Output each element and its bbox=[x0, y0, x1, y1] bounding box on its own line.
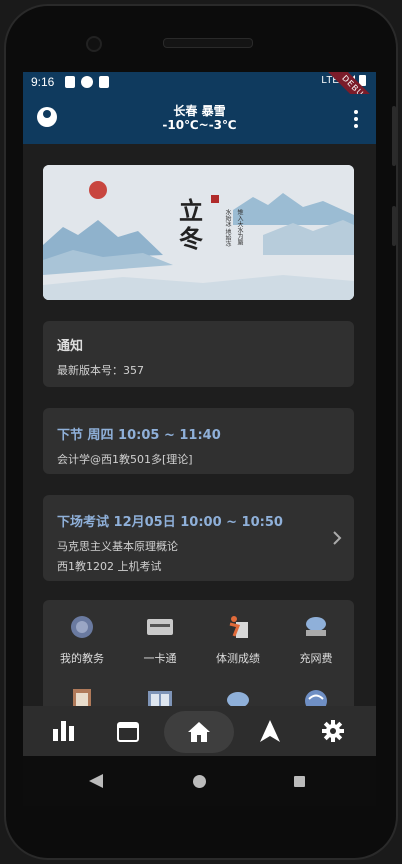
book-icon bbox=[146, 686, 174, 706]
quick-link-campus-card[interactable]: 一卡通 bbox=[121, 614, 199, 666]
main-content: 立 冬 水始冰 地始冻 雉入大水为蜃 通知 最新版本号：357 下节 周四 10… bbox=[23, 144, 376, 706]
next-exam-location: 西1教1202 上机考试 bbox=[57, 560, 162, 573]
nav-navigation[interactable] bbox=[235, 706, 305, 756]
quick-link-label: 充网费 bbox=[299, 652, 333, 665]
notification-b-icon bbox=[81, 76, 93, 88]
solar-term-char-1: 立 bbox=[179, 196, 203, 225]
screen: 9:16 LTE DEBUG 长春 暴雪 -10℃~-3℃ 立 冬 水始冰 地始… bbox=[23, 72, 376, 806]
notification-icons bbox=[65, 76, 109, 88]
calendar-icon bbox=[117, 722, 139, 742]
temperature-range: -10℃~-3℃ bbox=[162, 118, 237, 132]
next-exam-title: 下场考试 12月05日 10:00 ~ 10:50 bbox=[57, 515, 283, 530]
next-class-detail: 会计学@西1教501多[理论] bbox=[57, 453, 193, 466]
volume-button bbox=[392, 206, 396, 246]
sd-card-icon bbox=[99, 76, 109, 88]
solar-term-char-2: 冬 bbox=[179, 224, 203, 253]
fitness-test-icon bbox=[224, 614, 252, 640]
power-button bbox=[392, 106, 396, 166]
status-time: 9:16 bbox=[31, 75, 55, 89]
home-icon bbox=[188, 722, 210, 742]
quick-link-fitness[interactable]: 体测成绩 bbox=[199, 614, 277, 666]
nav-home[interactable] bbox=[164, 706, 234, 756]
next-exam-course: 马克思主义基本原理概论 bbox=[57, 540, 178, 553]
app-bar: 长春 暴雪 -10℃~-3℃ bbox=[23, 94, 376, 144]
location-weather: 长春 暴雪 bbox=[173, 104, 226, 118]
quick-link-label: 一卡通 bbox=[143, 652, 177, 665]
notification-a-icon bbox=[65, 76, 75, 88]
quick-link-7[interactable] bbox=[199, 686, 277, 706]
back-icon[interactable] bbox=[89, 774, 103, 788]
academic-seal-icon bbox=[68, 614, 96, 640]
quick-link-label: 我的教务 bbox=[60, 652, 104, 665]
quick-link-6[interactable] bbox=[121, 686, 199, 706]
quick-links-grid: 我的教务 一卡通 体测成绩 充网费 bbox=[43, 600, 354, 706]
nav-statistics[interactable] bbox=[29, 706, 99, 756]
campus-card-icon bbox=[146, 614, 174, 640]
next-exam-card[interactable]: 下场考试 12月05日 10:00 ~ 10:50 马克思主义基本原理概论 西1… bbox=[43, 495, 354, 581]
nav-settings[interactable] bbox=[298, 706, 368, 756]
system-navigation-bar bbox=[23, 756, 376, 806]
quick-link-label: 体测成绩 bbox=[216, 652, 260, 665]
quick-link-8[interactable] bbox=[277, 686, 355, 706]
earpiece-speaker bbox=[163, 38, 253, 48]
bar-chart-icon bbox=[53, 721, 74, 741]
wifi-icon bbox=[302, 686, 330, 706]
weather-title: 长春 暴雪 -10℃~-3℃ bbox=[23, 104, 376, 132]
poem-line-1: 水始冰 地始冻 bbox=[224, 209, 231, 247]
quick-link-network-fee[interactable]: 充网费 bbox=[277, 614, 355, 666]
solar-term-banner: 立 冬 水始冰 地始冻 雉入大水为蜃 bbox=[43, 165, 354, 300]
notice-version: 最新版本号：357 bbox=[57, 364, 144, 377]
front-camera bbox=[86, 36, 102, 52]
network-fee-icon bbox=[302, 614, 330, 640]
next-class-title: 下节 周四 10:05 ~ 11:40 bbox=[57, 428, 221, 443]
notice-title: 通知 bbox=[57, 339, 84, 354]
next-class-card[interactable]: 下节 周四 10:05 ~ 11:40 会计学@西1教501多[理论] bbox=[43, 408, 354, 474]
navigation-icon bbox=[260, 720, 280, 742]
bottom-navigation bbox=[23, 706, 376, 756]
more-menu-icon[interactable] bbox=[354, 110, 358, 128]
status-bar: 9:16 LTE DEBUG bbox=[23, 72, 376, 126]
quick-link-5[interactable] bbox=[43, 686, 121, 706]
solar-term-poem: 水始冰 地始冻 雉入大水为蜃 bbox=[223, 209, 244, 247]
notice-card[interactable]: 通知 最新版本号：357 bbox=[43, 321, 354, 387]
poem-line-2: 雉入大水为蜃 bbox=[236, 209, 243, 245]
gear-icon bbox=[322, 720, 344, 742]
quick-link-academic[interactable]: 我的教务 bbox=[43, 614, 121, 666]
chevron-right-icon bbox=[333, 531, 342, 545]
solar-term-title: 立 冬 bbox=[179, 197, 203, 253]
cloud-icon bbox=[224, 686, 252, 706]
nav-calendar[interactable] bbox=[93, 706, 163, 756]
home-circle-icon[interactable] bbox=[193, 775, 206, 788]
clipboard-icon bbox=[68, 686, 96, 706]
recents-icon[interactable] bbox=[294, 776, 305, 787]
